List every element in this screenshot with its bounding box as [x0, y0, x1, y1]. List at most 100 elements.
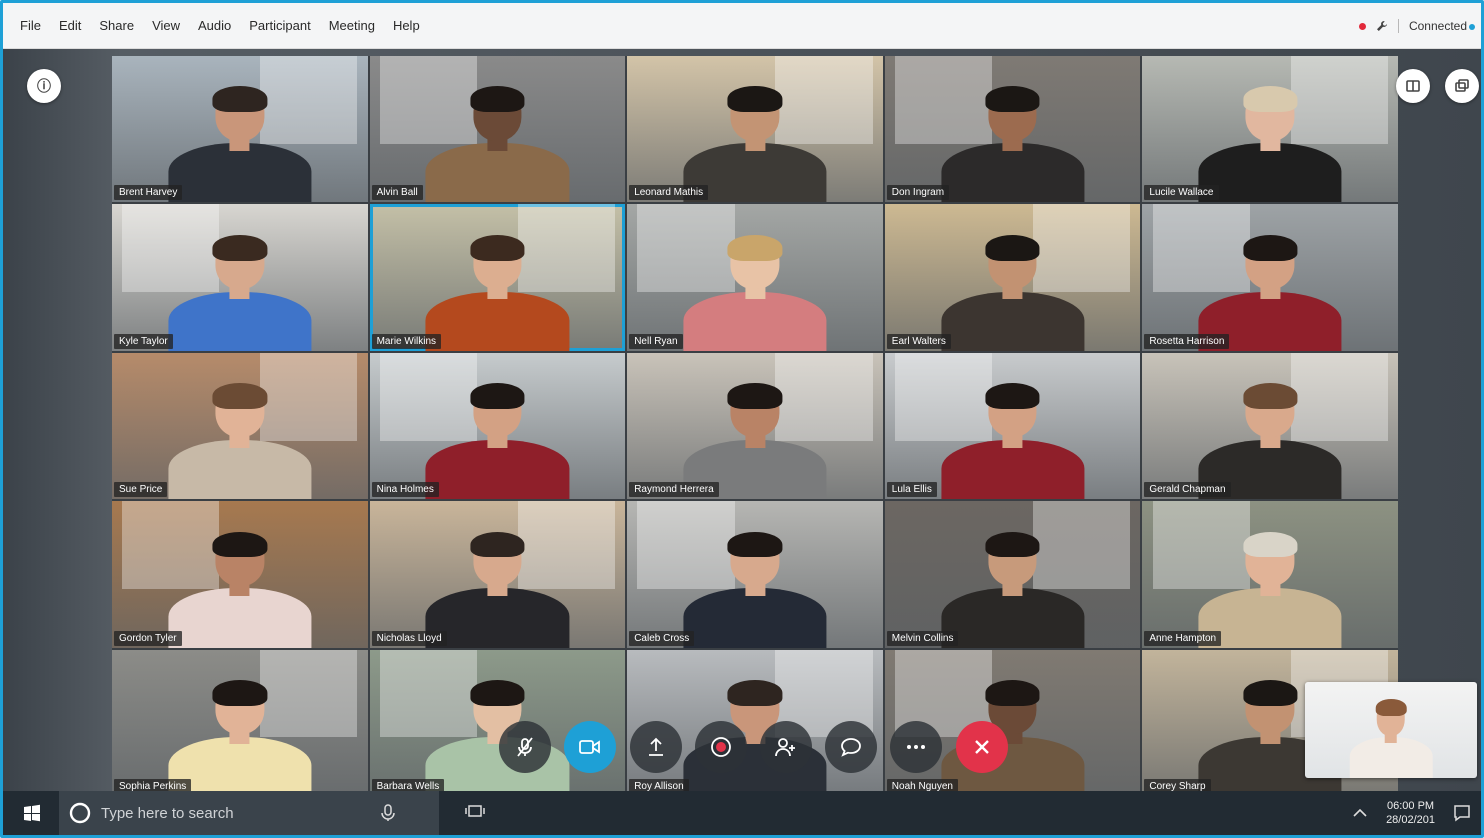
participant-tile[interactable]: Lula Ellis	[884, 352, 1141, 500]
participant-video	[941, 74, 1085, 203]
participant-tile[interactable]: Marie Wilkins	[369, 204, 626, 351]
layout-icon	[1406, 80, 1420, 92]
participant-video	[168, 222, 312, 351]
participant-grid: Brent Harvey Alvin Ball Leonard Mathis Don …	[112, 56, 1398, 796]
layout-toggle-button[interactable]	[1396, 69, 1430, 103]
participant-tile[interactable]: Leonard Mathis	[627, 56, 883, 203]
menu-help[interactable]: Help	[392, 15, 421, 36]
self-view-video[interactable]	[1305, 682, 1477, 778]
chat-icon	[841, 738, 861, 757]
menu-bar: File Edit Share View Audio Participant M…	[3, 3, 1481, 49]
cortana-icon	[69, 802, 91, 824]
participant-name: Kyle Taylor	[114, 333, 173, 349]
menu-meeting[interactable]: Meeting	[328, 15, 376, 36]
chevron-up-icon[interactable]	[1352, 808, 1368, 818]
participant-video	[683, 74, 827, 203]
participant-tile[interactable]: Kyle Taylor	[112, 204, 368, 351]
participant-tile[interactable]: Nicholas Lloyd	[369, 501, 626, 648]
participant-video	[168, 519, 312, 648]
participant-video	[425, 370, 569, 500]
windows-taskbar: 06:00 PM 28/02/201	[3, 791, 1481, 835]
participant-name: Anne Hampton	[1144, 630, 1222, 646]
participant-name: Don Ingram	[886, 185, 950, 201]
participant-tile[interactable]: Melvin Collins	[884, 501, 1141, 648]
participant-name: Alvin Ball	[371, 185, 423, 201]
participant-tile[interactable]: Nell Ryan	[627, 204, 883, 351]
clock-date: 28/02/201	[1386, 814, 1435, 826]
participant-name: Nina Holmes	[371, 482, 439, 498]
participant-tile[interactable]: Don Ingram	[884, 56, 1141, 203]
share-button[interactable]	[630, 721, 682, 773]
participant-video	[683, 370, 827, 500]
more-icon	[907, 745, 925, 749]
task-view-button[interactable]	[465, 803, 485, 824]
participant-name: Rosetta Harrison	[1144, 333, 1230, 349]
self-view-person	[1349, 690, 1433, 778]
participant-video	[683, 519, 827, 648]
menu-edit[interactable]: Edit	[58, 15, 82, 36]
participant-tile[interactable]: Sue Price	[112, 352, 368, 500]
participant-name: Marie Wilkins	[371, 333, 442, 349]
participant-tile[interactable]: Gordon Tyler	[112, 501, 368, 648]
end-call-button[interactable]	[956, 721, 1008, 773]
participant-tile[interactable]: Lucile Wallace	[1142, 56, 1398, 203]
search-input[interactable]	[101, 804, 381, 822]
microphone-icon[interactable]	[381, 804, 395, 822]
participant-tile[interactable]: Caleb Cross	[627, 501, 883, 648]
participant-tile[interactable]: Brent Harvey	[112, 56, 368, 203]
participant-tile[interactable]: Raymond Herrera	[627, 352, 883, 500]
info-icon: ⓘ	[37, 78, 51, 94]
participant-video	[168, 370, 312, 500]
participant-name: Nicholas Lloyd	[371, 630, 447, 646]
chat-button[interactable]	[825, 721, 877, 773]
participant-tile[interactable]: Alvin Ball	[369, 56, 626, 203]
clock[interactable]: 06:00 PM 28/02/201	[1386, 799, 1435, 827]
participant-name: Lula Ellis	[886, 482, 937, 498]
participant-video	[168, 74, 312, 203]
participant-video	[1198, 519, 1342, 648]
participant-video	[683, 222, 827, 351]
more-button[interactable]	[890, 721, 942, 773]
participant-tile[interactable]: Rosetta Harrison	[1142, 204, 1398, 351]
task-view-icon	[465, 804, 485, 817]
menu-audio[interactable]: Audio	[197, 15, 232, 36]
participant-name: Sue Price	[114, 482, 168, 498]
menu-participant[interactable]: Participant	[248, 15, 311, 36]
participant-name: Gordon Tyler	[114, 630, 182, 646]
taskbar-search[interactable]	[59, 791, 439, 835]
system-tray: 06:00 PM 28/02/201	[1352, 791, 1471, 835]
participant-video	[425, 519, 569, 648]
video-button[interactable]	[564, 721, 616, 773]
participant-name: Gerald Chapman	[1144, 482, 1231, 498]
participant-tile[interactable]: Gerald Chapman	[1142, 352, 1398, 500]
meeting-window: File Edit Share View Audio Participant M…	[0, 0, 1484, 838]
participant-name: Leonard Mathis	[629, 185, 709, 201]
participant-name: Brent Harvey	[114, 185, 183, 201]
windows-logo-icon	[24, 804, 40, 822]
participant-tile[interactable]: Earl Walters	[884, 204, 1141, 351]
participant-video	[941, 519, 1085, 648]
menu-file[interactable]: File	[19, 15, 42, 36]
connection-dot-icon	[1469, 23, 1475, 30]
wrench-icon[interactable]	[1376, 20, 1388, 32]
notifications-icon[interactable]	[1453, 804, 1471, 822]
participant-name: Earl Walters	[886, 333, 951, 349]
menu-share[interactable]: Share	[98, 15, 135, 36]
connection-status: Connected	[1358, 3, 1475, 49]
participant-name: Nell Ryan	[629, 333, 683, 349]
meeting-info-button[interactable]: ⓘ	[27, 69, 61, 103]
menu-view[interactable]: View	[151, 15, 181, 36]
record-button[interactable]	[695, 721, 747, 773]
video-camera-icon	[579, 740, 600, 754]
popout-button[interactable]	[1445, 69, 1479, 103]
participant-video	[941, 370, 1085, 500]
participant-tile[interactable]: Nina Holmes	[369, 352, 626, 500]
start-button[interactable]	[11, 804, 53, 822]
participant-video	[425, 222, 569, 351]
participants-icon	[775, 738, 795, 757]
mute-button[interactable]	[499, 721, 551, 773]
participant-tile[interactable]: Anne Hampton	[1142, 501, 1398, 648]
record-icon	[711, 737, 731, 757]
participant-video	[1198, 370, 1342, 500]
participants-button[interactable]	[760, 721, 812, 773]
